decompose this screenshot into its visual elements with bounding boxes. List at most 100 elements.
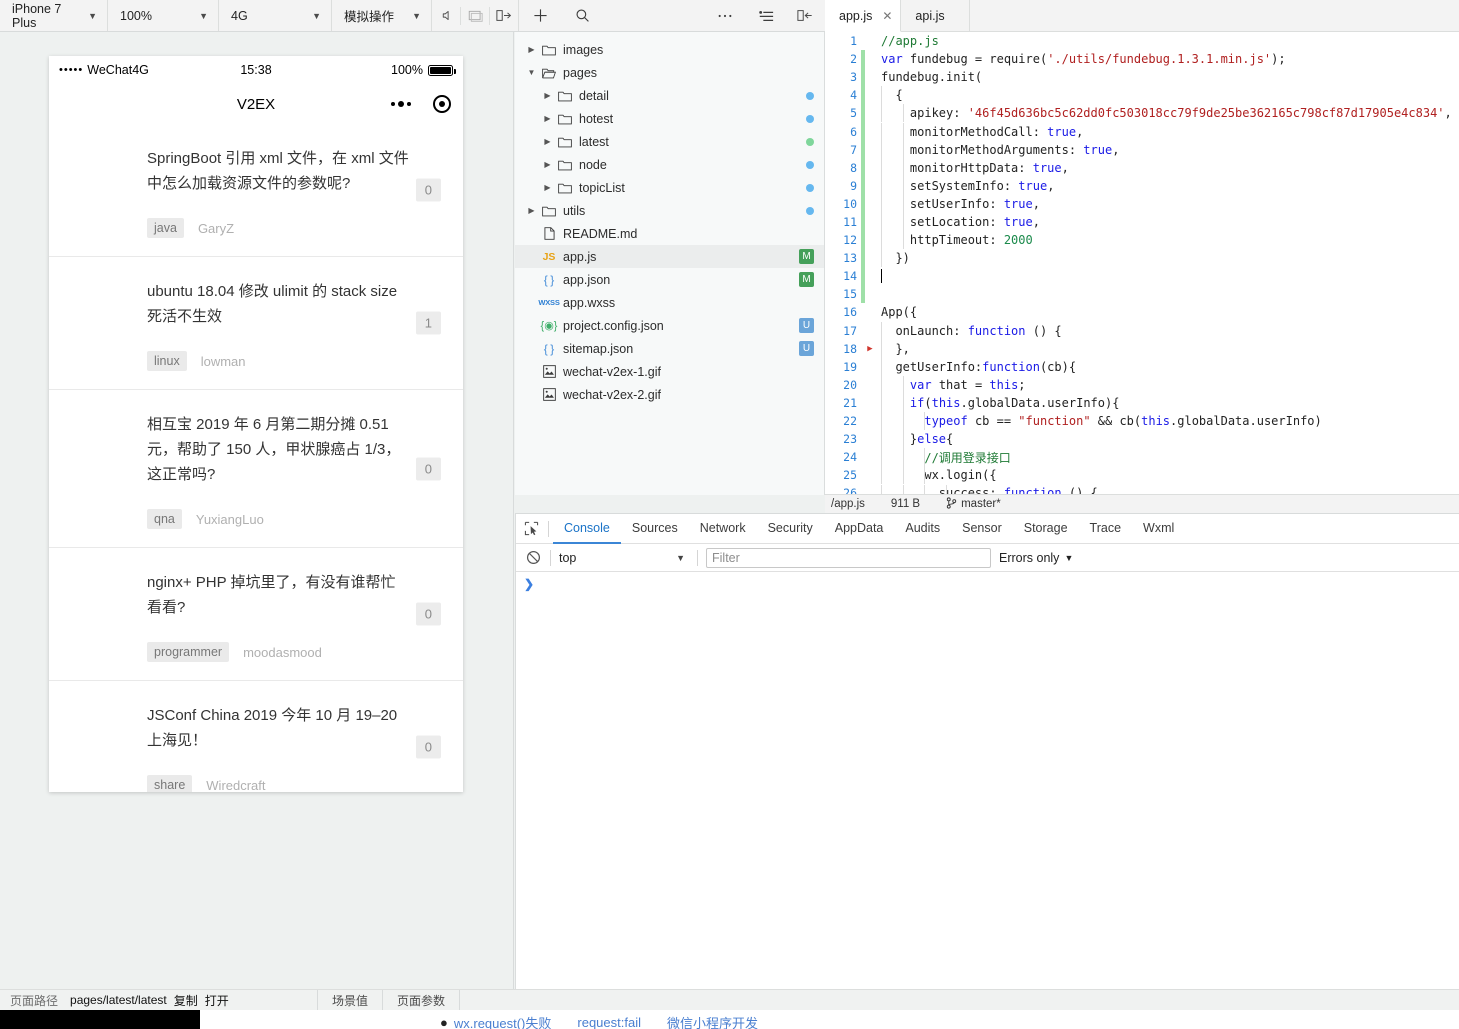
editor-tab[interactable]: api.js <box>901 0 970 31</box>
topic-reply-count: 0 <box>415 457 441 480</box>
devtools-tab-security[interactable]: Security <box>757 514 824 544</box>
topic-tag[interactable]: linux <box>147 351 187 371</box>
devtools-tab-label: AppData <box>834 520 884 535</box>
file-tree-item[interactable]: ▶ utils <box>515 199 824 222</box>
topic-item[interactable]: nginx+ PHP 掉坑里了，有没有谁帮忙看看? programmer mooda… <box>49 548 463 681</box>
chevron-right-icon[interactable]: ▶ <box>525 45 538 54</box>
devtools-tab-audits[interactable]: Audits <box>894 514 951 544</box>
clear-console-icon[interactable] <box>524 549 542 567</box>
file-tree-item[interactable]: { } sitemap.json U <box>515 337 824 360</box>
page-params-button[interactable]: 页面参数 <box>381 989 459 1011</box>
topic-item[interactable]: JSConf China 2019 今年 10 月 19–20 上海见！ shar… <box>49 681 463 792</box>
file-tree-item[interactable]: ▶ node <box>515 153 824 176</box>
file-tree-panel[interactable]: ▶ images ▼ pages ▶ detail ▶ hotest ▶ latest ▶ node ▶… <box>515 32 825 495</box>
more-icon[interactable] <box>391 101 411 107</box>
topic-author[interactable]: Wiredcraft <box>206 778 265 793</box>
topic-author[interactable]: moodasmood <box>243 645 322 660</box>
list-icon[interactable] <box>745 0 787 31</box>
topic-author[interactable]: YuxiangLuo <box>196 512 264 527</box>
file-tree-item[interactable]: wechat-v2ex-2.gif <box>515 383 824 406</box>
simulate-action-select[interactable]: 模拟操作 ▼ <box>332 0 432 31</box>
topic-tag[interactable]: qna <box>147 509 182 529</box>
network-select[interactable]: 4G ▼ <box>219 0 332 31</box>
topic-item[interactable]: ubuntu 18.04 修改 ulimit 的 stack size 死活不生… <box>49 257 463 390</box>
sound-icon[interactable] <box>432 0 460 31</box>
devtools-tab-appdata[interactable]: AppData <box>824 514 895 544</box>
topic-tag[interactable]: java <box>147 218 184 238</box>
console-filter-input[interactable] <box>706 547 991 568</box>
devtools-tab-sources[interactable]: Sources <box>621 514 689 544</box>
devtools-tab-storage[interactable]: Storage <box>1013 514 1079 544</box>
topic-title: nginx+ PHP 掉坑里了，有没有谁帮忙看看? <box>147 574 396 616</box>
topic-reply-count: 0 <box>415 735 441 759</box>
editor-tab[interactable]: app.js ✕ <box>825 0 902 32</box>
file-tree-item[interactable]: {◉} project.config.json U <box>515 314 824 337</box>
chevron-right-icon[interactable]: ▶ <box>541 160 554 169</box>
indent-guide <box>881 122 882 141</box>
close-icon[interactable]: ✕ <box>882 9 892 23</box>
open-path-button[interactable]: 打开 <box>198 992 229 1009</box>
panel-left-icon[interactable] <box>787 0 823 31</box>
file-tree-item[interactable]: ▼ pages <box>515 61 824 84</box>
panel-right-icon[interactable] <box>490 0 518 31</box>
file-tree-item[interactable]: WXSS app.wxss <box>515 291 824 314</box>
chevron-right-icon[interactable]: ▶ <box>541 91 554 100</box>
notification-text[interactable]: ● wx.request()失败 request:fail 微信小程序开发 <box>440 1013 758 1029</box>
chevron-right-icon[interactable]: ▶ <box>541 183 554 192</box>
copy-path-button[interactable]: 复制 <box>167 992 198 1009</box>
config-file-icon: {◉} <box>540 320 558 332</box>
devtools-tab-label: Trace <box>1089 520 1122 535</box>
zoom-select[interactable]: 100% ▼ <box>108 0 219 31</box>
devtools-tab-sensor[interactable]: Sensor <box>951 514 1013 544</box>
add-icon[interactable] <box>519 0 561 31</box>
devtools-tab-wxml[interactable]: Wxml <box>1132 514 1185 544</box>
file-tree-item[interactable]: wechat-v2ex-1.gif <box>515 360 824 383</box>
topic-tag[interactable]: share <box>147 775 193 792</box>
topic-item[interactable]: 相互宝 2019 年 6 月第二期分摊 0.51 元，帮助了 150 人，甲状腺… <box>49 390 463 548</box>
window-icon[interactable] <box>461 0 489 31</box>
file-tree-item[interactable]: JS app.js M <box>515 245 824 268</box>
change-marker <box>861 412 865 430</box>
code-line: 3 fundebug.init( <box>825 68 1459 87</box>
devtools-tab-trace[interactable]: Trace <box>1079 514 1133 544</box>
search-icon[interactable] <box>561 0 603 31</box>
device-select[interactable]: iPhone 7 Plus ▼ <box>0 0 108 31</box>
file-tree-item[interactable]: { } app.json M <box>515 268 824 291</box>
chevron-right-icon[interactable]: ▶ <box>525 206 538 215</box>
change-marker <box>861 267 865 286</box>
topic-item[interactable]: SpringBoot 引用 xml 文件，在 xml 文件中怎么加载资源文件的参… <box>49 124 463 257</box>
indent-guide <box>902 412 904 431</box>
breakpoint-icon[interactable]: ▶ <box>865 344 875 354</box>
change-marker <box>861 122 865 141</box>
devtools-tab-network[interactable]: Network <box>689 514 757 544</box>
indent-guide <box>881 484 882 494</box>
phone-frame: ••••• WeChat4G 15:38 100% V2EX SpringBoo… <box>49 56 463 792</box>
file-tree-item[interactable]: ▶ hotest <box>515 107 824 130</box>
inspect-element-icon[interactable] <box>516 514 546 544</box>
file-tree-item[interactable]: ▶ topicList <box>515 176 824 199</box>
file-tree-item[interactable]: ▶ images <box>515 38 824 61</box>
file-tree-item[interactable]: README.md <box>515 222 824 245</box>
target-icon[interactable] <box>433 95 451 113</box>
console-level-select[interactable]: Errors only ▼ <box>999 551 1073 565</box>
devtools-tabbar: Console Sources Network Security AppData Audi… <box>516 514 1459 544</box>
more-icon[interactable] <box>705 0 745 31</box>
chevron-right-icon[interactable]: ▶ <box>541 114 554 123</box>
chevron-right-icon[interactable]: ▶ <box>541 137 554 146</box>
console-prompt-row[interactable]: ❯ <box>524 577 1459 591</box>
git-branch-indicator[interactable]: master* <box>946 496 1001 512</box>
topic-reply-count: 0 <box>415 178 441 202</box>
chevron-down-icon[interactable]: ▼ <box>525 68 538 77</box>
file-tree-item[interactable]: ▶ detail <box>515 84 824 107</box>
topic-tag[interactable]: programmer <box>147 642 230 662</box>
file-tree-item[interactable]: ▶ latest <box>515 130 824 153</box>
editor-code-area[interactable]: 1 //app.js 2 var fundebug = require('./util… <box>825 32 1459 494</box>
topic-author[interactable]: lowman <box>201 354 246 369</box>
topic-list: SpringBoot 引用 xml 文件，在 xml 文件中怎么加载资源文件的参… <box>49 124 463 792</box>
console-output[interactable]: ❯ <box>516 572 1459 961</box>
devtools-tab-console[interactable]: Console <box>553 514 621 544</box>
scene-value-button[interactable]: 场景值 <box>316 989 382 1011</box>
phone-status-bar: ••••• WeChat4G 15:38 100% <box>49 56 463 84</box>
topic-author[interactable]: GaryZ <box>198 221 234 236</box>
console-context-select[interactable]: top ▼ <box>559 551 689 565</box>
